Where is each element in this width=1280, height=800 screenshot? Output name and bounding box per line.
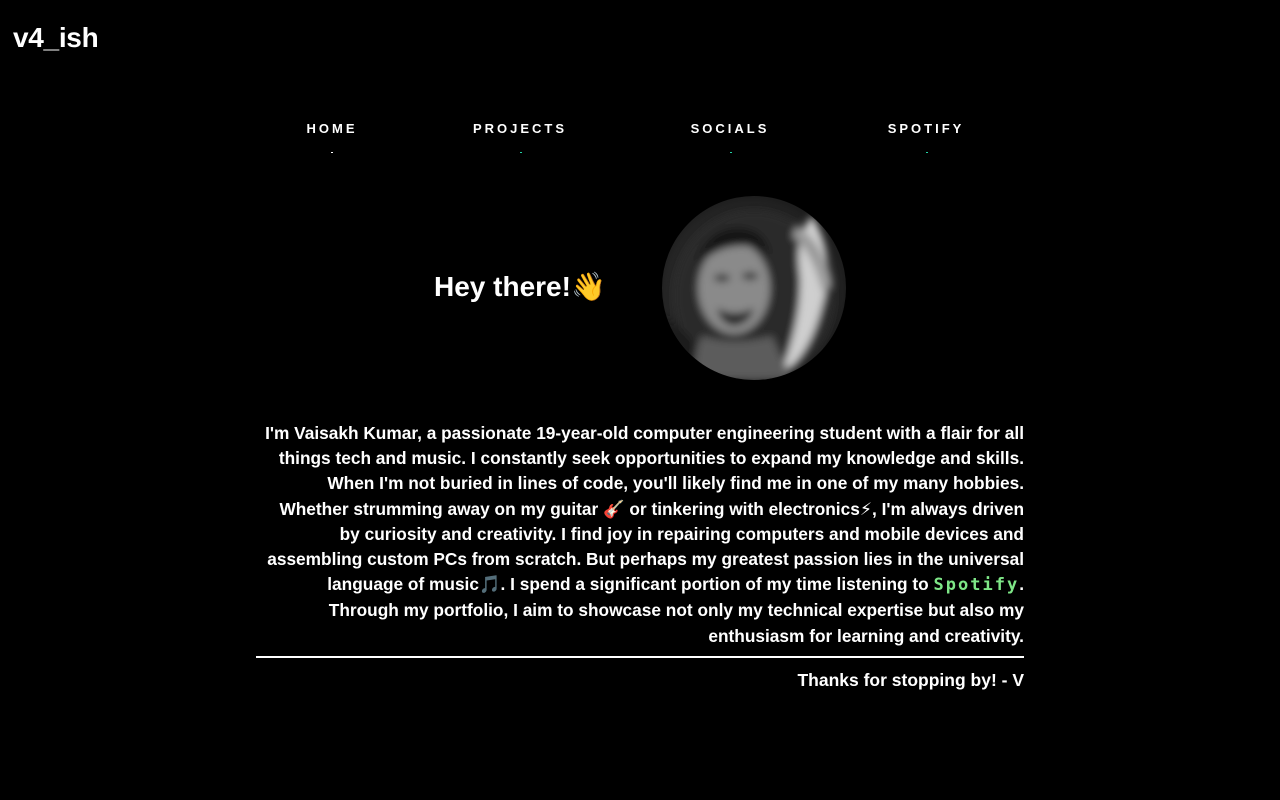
nav-spotify[interactable]: SPOTIFY (888, 120, 965, 138)
nav-home-indicator (331, 152, 333, 153)
wave-icon: 👋 (570, 271, 606, 302)
music-note-icon: 🎵 (478, 574, 501, 595)
nav-projects-indicator (520, 152, 522, 153)
nav-socials[interactable]: SOCIALS (691, 120, 770, 138)
profile-avatar (662, 196, 846, 380)
nav-home[interactable]: HOME (307, 120, 358, 138)
main-nav: HOME PROJECTS SOCIALS SPOTIFY (0, 120, 1280, 160)
signoff-text: Thanks for stopping by! - V (797, 670, 1024, 690)
nav-spotify-indicator (926, 152, 928, 153)
bio-text-2: or tinkering with electronics (624, 498, 860, 519)
divider (256, 656, 1024, 658)
nav-projects[interactable]: PROJECTS (473, 120, 567, 138)
spotify-link[interactable]: Spotify (934, 575, 1020, 595)
nav-socials-indicator (730, 152, 732, 153)
site-logo[interactable]: v4_ish (13, 22, 99, 54)
profile-photo-icon (662, 211, 834, 380)
lightning-icon: ⚡ (859, 498, 872, 519)
bio-paragraph: I'm Vaisakh Kumar, a passionate 19-year-… (256, 421, 1024, 649)
greeting-text: Hey there! (434, 271, 571, 302)
greeting-heading: Hey there!👋 (434, 269, 606, 305)
bio-text-4: . I spend a significant portion of my ti… (500, 574, 934, 595)
guitar-icon: 🎸 (603, 498, 625, 519)
